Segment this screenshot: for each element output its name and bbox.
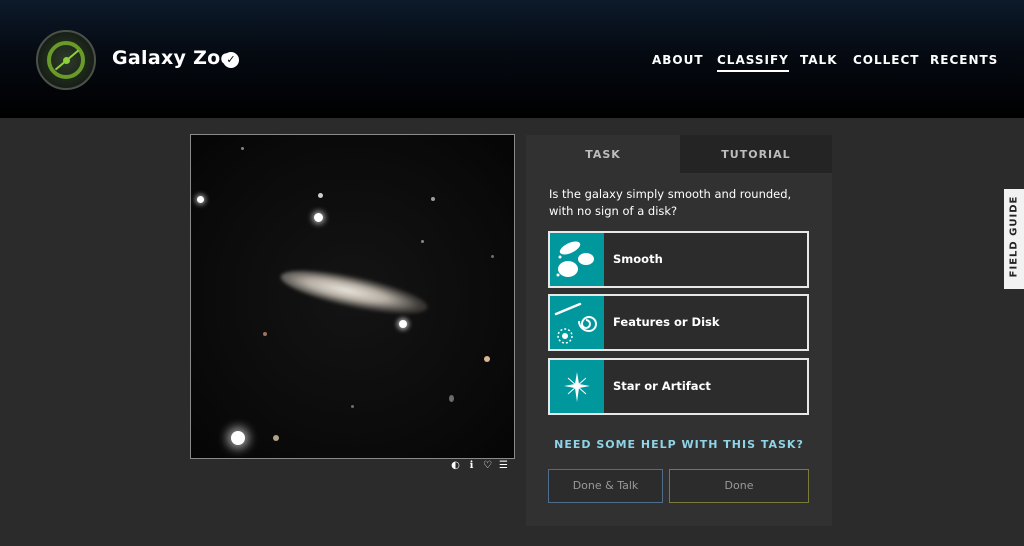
check-icon: ✓ xyxy=(223,52,239,68)
answer-label: Smooth xyxy=(613,252,663,266)
image-toolbar: ◐ ℹ ♡ ☰ xyxy=(450,460,509,472)
star xyxy=(314,213,323,222)
nav-talk[interactable]: TALK xyxy=(800,53,838,67)
star xyxy=(351,405,354,408)
field-guide-tab[interactable]: FIELD GUIDE xyxy=(1004,189,1024,289)
tab-task[interactable]: TASK xyxy=(526,135,680,173)
star xyxy=(484,356,490,362)
logo-dot xyxy=(63,57,70,64)
answer-label: Features or Disk xyxy=(613,315,720,329)
done-button[interactable]: Done xyxy=(669,469,809,503)
nav-classify[interactable]: CLASSIFY xyxy=(717,53,789,72)
spiral-galaxy-icon xyxy=(550,296,604,349)
site-title[interactable]: Galaxy Zoo xyxy=(112,47,234,69)
star xyxy=(431,197,435,201)
tab-tutorial[interactable]: TUTORIAL xyxy=(680,135,832,173)
collections-icon[interactable]: ☰ xyxy=(498,460,509,471)
star xyxy=(231,431,245,445)
heart-icon[interactable]: ♡ xyxy=(482,460,493,471)
subject-image[interactable] xyxy=(190,134,515,459)
star xyxy=(421,240,424,243)
info-icon[interactable]: ℹ xyxy=(466,460,477,471)
nav-about[interactable]: ABOUT xyxy=(652,53,704,67)
answer-star-or-artifact[interactable]: Star or Artifact xyxy=(548,358,809,415)
answer-label: Star or Artifact xyxy=(613,379,711,393)
nav-recents[interactable]: RECENTS xyxy=(930,53,998,67)
done-and-talk-button[interactable]: Done & Talk xyxy=(548,469,663,503)
field-guide-label: FIELD GUIDE xyxy=(1008,195,1020,278)
star xyxy=(273,435,279,441)
star xyxy=(241,147,244,150)
star xyxy=(449,395,454,402)
task-panel: TASK TUTORIAL Is the galaxy simply smoot… xyxy=(526,135,832,526)
galaxy-zoo-logo[interactable] xyxy=(36,30,96,90)
star xyxy=(318,193,323,198)
star xyxy=(197,196,204,203)
help-link[interactable]: NEED SOME HELP WITH THIS TASK? xyxy=(526,438,832,451)
invert-icon[interactable]: ◐ xyxy=(450,460,461,471)
nav-collect[interactable]: COLLECT xyxy=(853,53,920,67)
answer-features-or-disk[interactable]: Features or Disk xyxy=(548,294,809,351)
star-icon xyxy=(550,360,604,413)
site-header: Galaxy Zoo ✓ ABOUT CLASSIFY TALK COLLECT… xyxy=(0,0,1024,118)
galaxy xyxy=(277,261,431,323)
task-question: Is the galaxy simply smooth and rounded,… xyxy=(549,187,792,218)
smooth-galaxies-icon xyxy=(550,233,604,286)
star xyxy=(491,255,494,258)
star xyxy=(399,320,407,328)
answer-smooth[interactable]: Smooth xyxy=(548,231,809,288)
star xyxy=(263,332,267,336)
